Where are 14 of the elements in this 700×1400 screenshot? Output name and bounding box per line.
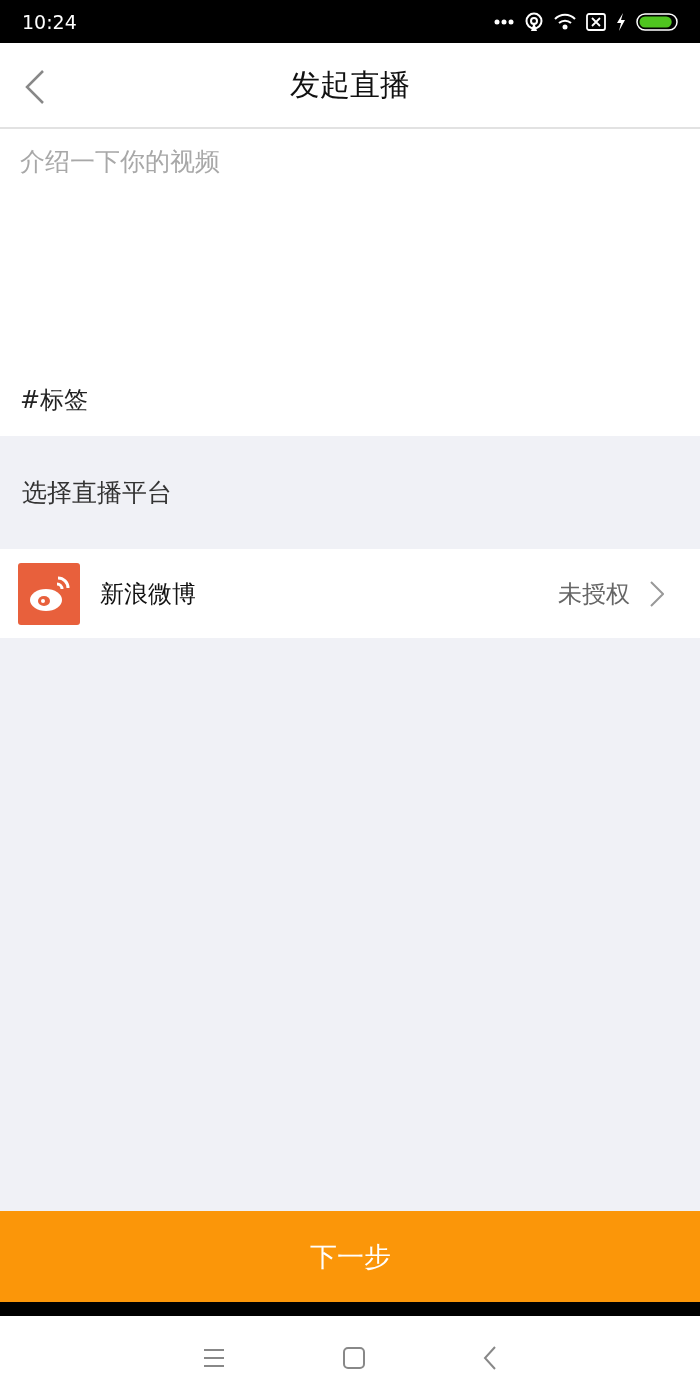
battery-icon [636,12,678,31]
tag-button[interactable]: #标签 [0,384,700,436]
chevron-right-icon [650,580,664,607]
description-field[interactable]: 介绍一下你的视频 [0,129,700,384]
auth-status: 未授权 [558,578,630,610]
page-title: 发起直播 [290,65,410,104]
section-title: 选择直播平台 [22,477,172,509]
hotspot-icon [524,11,544,32]
status-time: 10:24 [22,10,77,33]
platform-row[interactable]: 新浪微博 未授权 [0,549,700,638]
platform-name: 新浪微博 [100,578,197,610]
wifi-icon [554,12,576,31]
no-sim-icon [586,12,606,31]
more-dots-icon [494,18,514,25]
